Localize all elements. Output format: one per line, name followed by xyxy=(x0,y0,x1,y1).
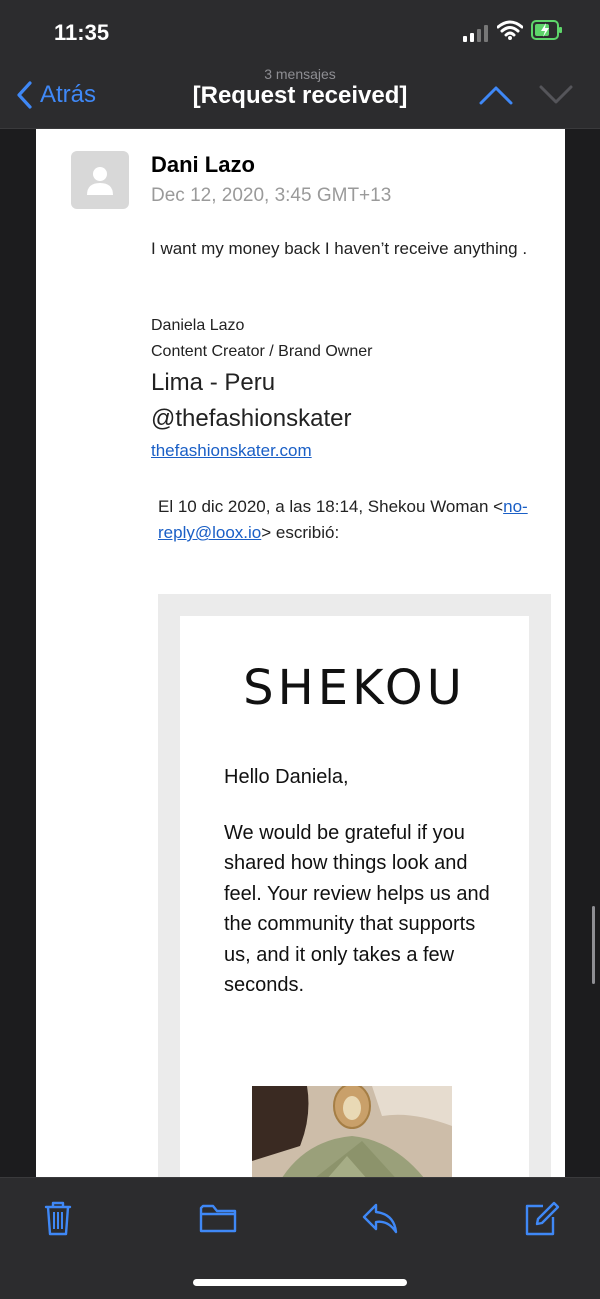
avatar xyxy=(71,151,129,209)
quoted-message: We would be grateful if you shared how t… xyxy=(224,822,490,997)
battery-charging-icon xyxy=(531,20,562,40)
compose-icon[interactable] xyxy=(521,1198,561,1238)
person-icon xyxy=(87,167,113,195)
website-link[interactable]: thefashionskater.com xyxy=(151,441,312,461)
back-button[interactable]: Atrás xyxy=(16,78,96,112)
trash-icon[interactable] xyxy=(38,1198,78,1238)
chevron-left-icon xyxy=(17,81,32,109)
email-message: Dani Lazo Dec 12, 2020, 3:45 GMT+13 I wa… xyxy=(36,129,565,1177)
wifi-icon xyxy=(497,20,523,40)
home-indicator[interactable] xyxy=(193,1279,407,1286)
previous-message-button[interactable] xyxy=(478,82,514,108)
status-time: 11:35 xyxy=(54,20,110,45)
reply-icon[interactable] xyxy=(360,1198,400,1238)
folder-icon[interactable] xyxy=(198,1198,238,1238)
quote-header-suffix: > escribió: xyxy=(261,523,340,542)
brand-logo: SHEKOU xyxy=(243,660,466,716)
email-date: Dec 12, 2020, 3:45 GMT+13 xyxy=(151,185,392,206)
product-photo xyxy=(252,1086,452,1177)
back-label: Atrás xyxy=(40,81,97,108)
quoted-email: SHEKOU Hello Daniela, We would be gratef… xyxy=(158,594,551,1177)
quote-header: El 10 dic 2020, a las 18:14, Shekou Woma… xyxy=(158,494,558,546)
nav-bar: 3 mensajes [Request received] Atrás xyxy=(0,60,600,129)
next-message-button[interactable] xyxy=(538,82,574,108)
quoted-email-card: SHEKOU Hello Daniela, We would be gratef… xyxy=(180,616,529,1177)
sender-name[interactable]: Dani Lazo xyxy=(151,152,255,178)
signature-handle: @thefashionskater xyxy=(151,405,352,432)
signature-name: Daniela Lazo xyxy=(151,317,245,334)
status-bar: 11:35 xyxy=(0,0,600,60)
quote-header-prefix: El 10 dic 2020, a las 18:14, Shekou Woma… xyxy=(158,497,504,516)
cellular-signal-icon xyxy=(463,24,489,42)
signature-city: Lima - Peru xyxy=(151,369,276,396)
signature-role: Content Creator / Brand Owner xyxy=(151,343,373,360)
scrollbar[interactable] xyxy=(592,906,595,984)
email-body: I want my money back I haven’t receive a… xyxy=(151,239,528,258)
quoted-greeting: Hello Daniela, xyxy=(224,766,349,788)
